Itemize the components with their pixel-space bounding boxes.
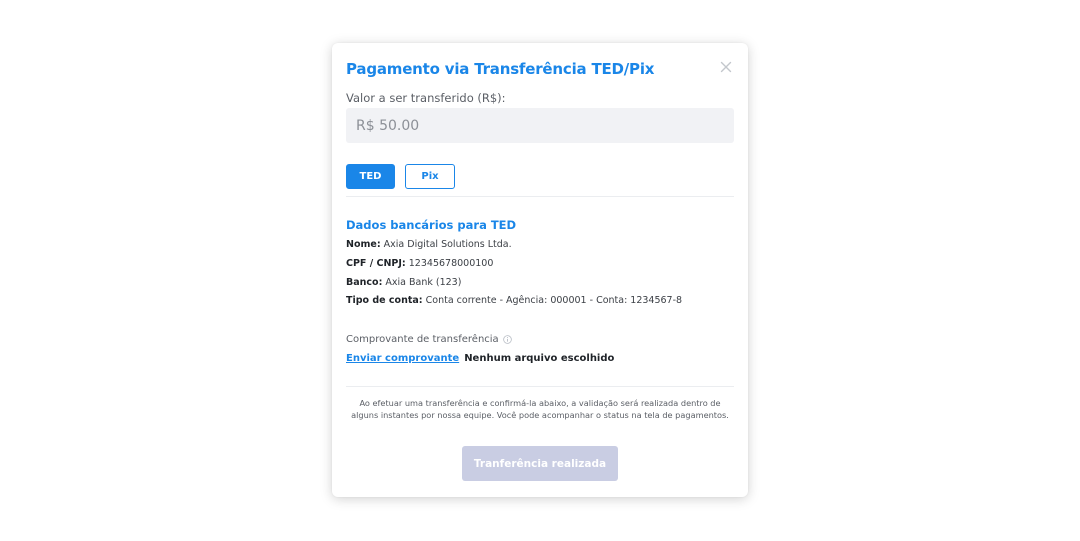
bank-row-value: Axia Digital Solutions Ltda. [383, 239, 512, 250]
bank-row-value: Conta corrente - Agência: 000001 - Conta… [425, 295, 683, 306]
upload-receipt-button[interactable]: Enviar comprovante [346, 353, 459, 364]
bank-row-key: Tipo de conta: [346, 295, 423, 306]
bank-row-document: CPF / CNPJ: 12345678000100 [346, 258, 493, 269]
divider [346, 386, 734, 387]
divider [346, 196, 734, 197]
amount-label: Valor a ser transferido (R$): [346, 91, 506, 105]
bank-row-account-type: Tipo de conta: Conta corrente - Agência:… [346, 295, 682, 306]
bank-row-key: Nome: [346, 239, 381, 250]
tab-pix[interactable]: Pix [405, 164, 455, 189]
bank-row-key: Banco: [346, 277, 383, 288]
bank-row-name: Nome: Axia Digital Solutions Ltda. [346, 239, 512, 250]
file-status: Nenhum arquivo escolhido [464, 353, 615, 364]
receipt-label-row: Comprovante de transferência [346, 334, 512, 345]
bank-row-key: CPF / CNPJ: [346, 258, 406, 269]
payment-modal: Pagamento via Transferência TED/Pix Valo… [332, 43, 748, 497]
bank-row-value: 12345678000100 [408, 258, 494, 269]
info-note: Ao efetuar uma transferência e confirmá-… [351, 398, 729, 420]
close-icon[interactable] [718, 59, 734, 75]
amount-input[interactable] [346, 108, 734, 143]
tab-ted[interactable]: TED [346, 164, 395, 189]
info-icon[interactable] [502, 335, 512, 344]
bank-row-bank: Banco: Axia Bank (123) [346, 277, 461, 288]
file-upload: Enviar comprovante Nenhum arquivo escolh… [346, 353, 614, 364]
bank-details-title: Dados bancários para TED [346, 218, 517, 232]
transfer-done-button[interactable]: Tranferência realizada [462, 446, 618, 481]
bank-row-value: Axia Bank (123) [385, 277, 462, 288]
modal-title: Pagamento via Transferência TED/Pix [346, 60, 655, 78]
receipt-label: Comprovante de transferência [346, 334, 499, 345]
